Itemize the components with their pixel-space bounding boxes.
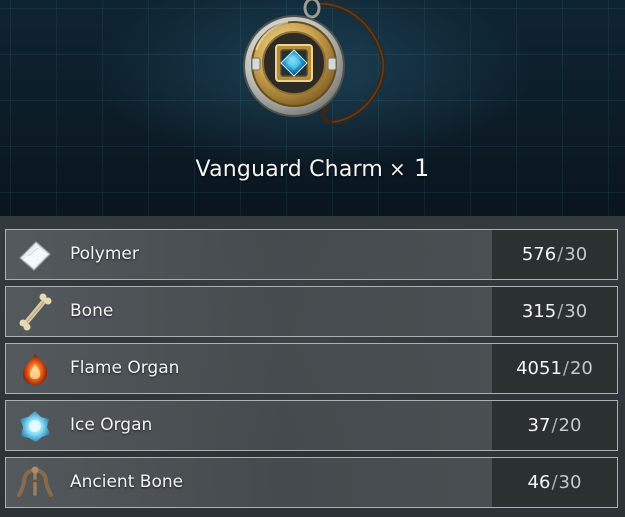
material-name: Flame Organ: [70, 358, 180, 378]
count-owned: 315: [521, 301, 557, 322]
crafting-panel: Vanguard Charm × 1 Polymer 576/30 Bone 3…: [0, 0, 625, 517]
count-required: 20: [569, 358, 593, 379]
count-separator: /: [557, 301, 564, 322]
list-item: Ancient Bone 46/30: [5, 457, 618, 508]
count-owned: 4051: [516, 358, 562, 379]
count-required: 30: [564, 301, 588, 322]
count-required: 30: [558, 472, 582, 493]
count-separator: /: [551, 472, 558, 493]
material-count: 46/30: [492, 458, 617, 507]
count-owned: 37: [527, 415, 551, 436]
item-name: Vanguard Charm: [195, 157, 383, 182]
material-count: 37/20: [492, 401, 617, 450]
crafted-item-title: Vanguard Charm × 1: [0, 154, 625, 182]
list-item: Flame Organ 4051/20: [5, 343, 618, 394]
material-name: Bone: [70, 301, 114, 321]
material-count: 315/30: [492, 287, 617, 336]
item-quantity: 1: [413, 154, 430, 182]
ice-organ-icon: [20, 411, 50, 442]
item-preview-header: Vanguard Charm × 1: [0, 0, 625, 216]
times-symbol: ×: [389, 157, 406, 181]
list-item: Bone 315/30: [5, 286, 618, 337]
ancient-bone-icon: [17, 466, 53, 497]
material-count: 576/30: [492, 230, 617, 279]
material-name: Ice Organ: [70, 415, 153, 435]
material-name: Polymer: [70, 244, 139, 264]
list-item: Ice Organ 37/20: [5, 400, 618, 451]
count-required: 30: [564, 244, 588, 265]
flame-organ-icon: [22, 354, 48, 385]
count-required: 20: [558, 415, 582, 436]
material-list: Polymer 576/30 Bone 315/30 Flame Organ 4…: [0, 216, 625, 517]
count-separator: /: [551, 415, 558, 436]
count-owned: 46: [527, 472, 551, 493]
polymer-icon: [19, 241, 51, 271]
bone-icon: [19, 293, 52, 331]
count-owned: 576: [521, 244, 557, 265]
material-count: 4051/20: [492, 344, 617, 393]
material-name: Ancient Bone: [70, 472, 184, 492]
count-separator: /: [557, 244, 564, 265]
list-item: Polymer 576/30: [5, 229, 618, 280]
count-separator: /: [562, 358, 569, 379]
vanguard-charm-icon: [243, 0, 386, 125]
